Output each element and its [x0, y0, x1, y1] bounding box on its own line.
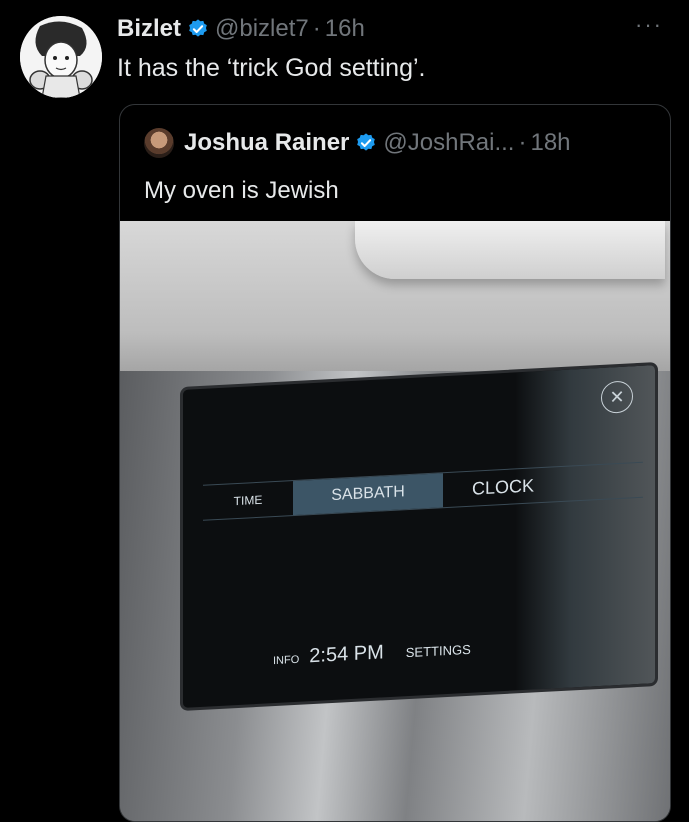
tweet-header: Bizlet @bizlet7 · 16h [117, 14, 365, 44]
display-info: INFO [273, 653, 300, 668]
verified-badge-icon [189, 19, 207, 37]
timestamp[interactable]: 16h [325, 15, 365, 43]
display-status-row: INFO 2:54 PM SETTINGS [273, 637, 471, 670]
verified-badge-icon [357, 133, 376, 151]
quoted-tweet-header: Joshua Rainer @JoshRai... · 18h [144, 127, 571, 159]
display-tab-time: TIME [233, 492, 263, 509]
display-tab-sabbath: SABBATH [293, 473, 443, 516]
more-options-icon[interactable]: ··· [635, 12, 663, 38]
tweet: Bizlet @bizlet7 · 16h ··· It has the ‘tr… [0, 0, 689, 822]
avatar-image [20, 16, 102, 98]
avatar[interactable] [20, 16, 102, 98]
quoted-tweet-text: My oven is Jewish [144, 177, 339, 204]
quoted-timestamp[interactable]: 18h [530, 129, 570, 157]
screen-reflection [515, 365, 655, 691]
cabinet-hinge [355, 221, 665, 279]
display-tab-clock: CLOCK [471, 475, 534, 499]
display-clock: 2:54 PM [309, 641, 384, 668]
quoted-avatar[interactable] [144, 128, 174, 158]
display-settings: SETTINGS [405, 641, 471, 661]
author-handle[interactable]: @bizlet7 [215, 15, 309, 43]
quoted-author-name[interactable]: Joshua Rainer [184, 129, 349, 157]
oven-photo[interactable]: ✕ TIME SABBATH CLOCK INFO 2:54 PM SETTIN… [120, 221, 670, 821]
author-name[interactable]: Bizlet [117, 15, 181, 43]
quoted-author-handle[interactable]: @JoshRai... [383, 129, 514, 157]
oven-display: ✕ TIME SABBATH CLOCK INFO 2:54 PM SETTIN… [180, 361, 658, 711]
separator-dot: · [312, 15, 321, 42]
separator-dot: · [518, 129, 527, 156]
tweet-text: It has the ‘trick God setting’. [117, 54, 426, 82]
cabinet-panel [120, 221, 670, 381]
quoted-tweet[interactable]: Joshua Rainer @JoshRai... · 18h My oven … [119, 104, 671, 822]
